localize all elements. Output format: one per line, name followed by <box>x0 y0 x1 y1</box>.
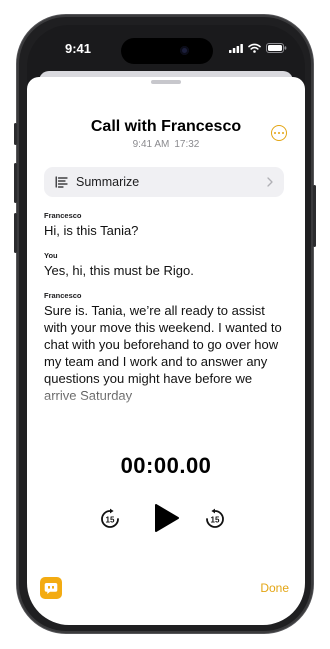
skip-back-arrowhead <box>110 508 114 514</box>
transcript-entry: You Yes, hi, this must be Rigo. <box>44 251 288 279</box>
status-icons <box>229 43 287 53</box>
power-button <box>313 185 316 247</box>
screen: 9:41 Call with Francesco 9:41 AM 17:32 S… <box>27 25 305 625</box>
skip-forward-label: 15 <box>211 515 220 524</box>
volume-up-button <box>14 163 17 203</box>
more-options-button[interactable] <box>271 125 287 141</box>
volume-down-button <box>14 213 17 253</box>
action-button <box>14 123 17 145</box>
list-sparkle-icon <box>55 176 68 188</box>
transcript-toggle-button[interactable] <box>40 577 62 599</box>
status-time: 9:41 <box>65 41 92 56</box>
chevron-right-icon <box>267 177 273 187</box>
device-frame: 9:41 Call with Francesco 9:41 AM 17:32 S… <box>14 14 316 634</box>
summarize-button[interactable]: Summarize <box>44 167 284 197</box>
transcript-entry: Francesco Hi, is this Tania? <box>44 211 288 239</box>
skip-back-15-button[interactable]: 15 <box>99 508 121 530</box>
playback-timer: 00:00.00 <box>120 453 212 478</box>
ellipsis-dot <box>274 132 276 134</box>
sheet-grabber[interactable] <box>151 80 181 84</box>
done-button[interactable]: Done <box>260 581 289 595</box>
ellipsis-dot <box>278 132 280 134</box>
speaker-label: Francesco <box>44 291 82 300</box>
dynamic-island <box>121 38 213 64</box>
call-time: 9:41 AM <box>132 139 170 150</box>
transcript-fade <box>44 381 288 417</box>
status-bar: 9:41 <box>27 25 305 75</box>
speaker-label: You <box>44 251 58 260</box>
battery-icon <box>266 43 287 53</box>
play-button[interactable] <box>151 502 181 534</box>
quote-bubble-icon <box>44 582 58 594</box>
page-title: Call with Francesco <box>90 118 242 135</box>
transcript-text: Hi, is this Tania? <box>44 223 139 238</box>
skip-forward-15-button[interactable]: 15 <box>204 508 226 530</box>
skip-back-label: 15 <box>106 515 115 524</box>
wifi-icon <box>248 43 261 53</box>
call-duration: 17:32 <box>174 139 200 150</box>
call-subtitle: 9:41 AM 17:32 <box>27 139 305 150</box>
skip-forward-arrowhead <box>211 508 215 514</box>
call-transcript-sheet: Call with Francesco 9:41 AM 17:32 Summari… <box>27 77 305 625</box>
transcript-text: Yes, hi, this must be Rigo. <box>44 263 194 278</box>
front-camera <box>180 46 189 55</box>
transcript[interactable]: Francesco Hi, is this Tania? You Yes, hi… <box>44 211 288 417</box>
cellular-signal-icon <box>229 43 243 53</box>
summarize-label: Summarize <box>76 175 140 189</box>
speaker-label: Francesco <box>44 211 82 220</box>
play-icon <box>155 504 179 532</box>
ellipsis-dot <box>282 132 284 134</box>
